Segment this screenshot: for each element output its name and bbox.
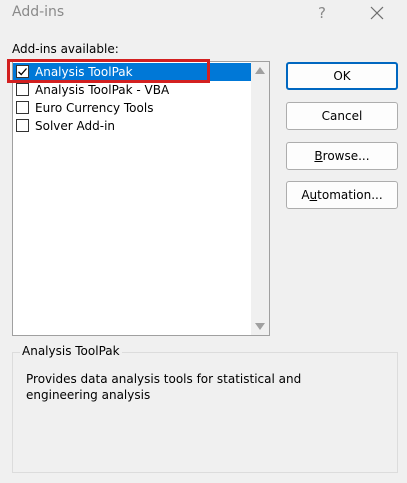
- add-ins-available-label: Add-ins available:: [12, 42, 119, 56]
- description-title: Analysis ToolPak: [20, 344, 122, 358]
- browse-button[interactable]: Browse...: [286, 142, 398, 170]
- browse-label-rest: rowse...: [322, 149, 370, 163]
- list-item-label: Analysis ToolPak: [35, 65, 133, 79]
- add-ins-list: Analysis ToolPak Analysis ToolPak - VBA …: [13, 63, 251, 135]
- automation-label-rest: tomation...: [317, 188, 383, 202]
- checkbox-solver-add-in[interactable]: [16, 119, 29, 132]
- checkmark-icon: [18, 68, 27, 76]
- checkbox-euro-currency-tools[interactable]: [16, 101, 29, 114]
- triangle-down-icon: [255, 323, 265, 330]
- checkbox-analysis-toolpak-vba[interactable]: [16, 83, 29, 96]
- list-item-analysis-toolpak-vba[interactable]: Analysis ToolPak - VBA: [13, 81, 251, 99]
- list-scrollbar[interactable]: [251, 62, 269, 335]
- automation-mnemonic: u: [309, 188, 318, 202]
- list-item-solver-add-in[interactable]: Solver Add-in: [13, 117, 251, 135]
- window-title: Add-ins: [12, 4, 65, 20]
- close-button[interactable]: [364, 1, 390, 25]
- title-bar: Add-ins ?: [0, 0, 407, 28]
- scroll-down-button[interactable]: [251, 318, 269, 335]
- checkbox-analysis-toolpak[interactable]: [16, 65, 29, 78]
- ok-button[interactable]: OK: [286, 62, 398, 90]
- list-item-analysis-toolpak[interactable]: Analysis ToolPak: [13, 63, 251, 81]
- scroll-up-button[interactable]: [251, 62, 269, 79]
- list-item-label: Euro Currency Tools: [35, 101, 154, 115]
- browse-mnemonic: B: [314, 149, 323, 163]
- description-text: Provides data analysis tools for statist…: [26, 372, 302, 402]
- cancel-button[interactable]: Cancel: [286, 102, 398, 130]
- add-ins-listbox[interactable]: Analysis ToolPak Analysis ToolPak - VBA …: [12, 61, 270, 336]
- automation-button[interactable]: Automation...: [286, 181, 398, 209]
- add-ins-dialog: Add-ins ? Add-ins available: Analysis To…: [0, 0, 407, 483]
- list-item-label: Analysis ToolPak - VBA: [35, 83, 170, 97]
- list-item-euro-currency-tools[interactable]: Euro Currency Tools: [13, 99, 251, 117]
- automation-label-prefix: A: [301, 188, 310, 202]
- close-icon: [370, 6, 384, 20]
- list-item-label: Solver Add-in: [35, 119, 116, 133]
- triangle-up-icon: [255, 67, 265, 74]
- help-button[interactable]: ?: [310, 1, 334, 25]
